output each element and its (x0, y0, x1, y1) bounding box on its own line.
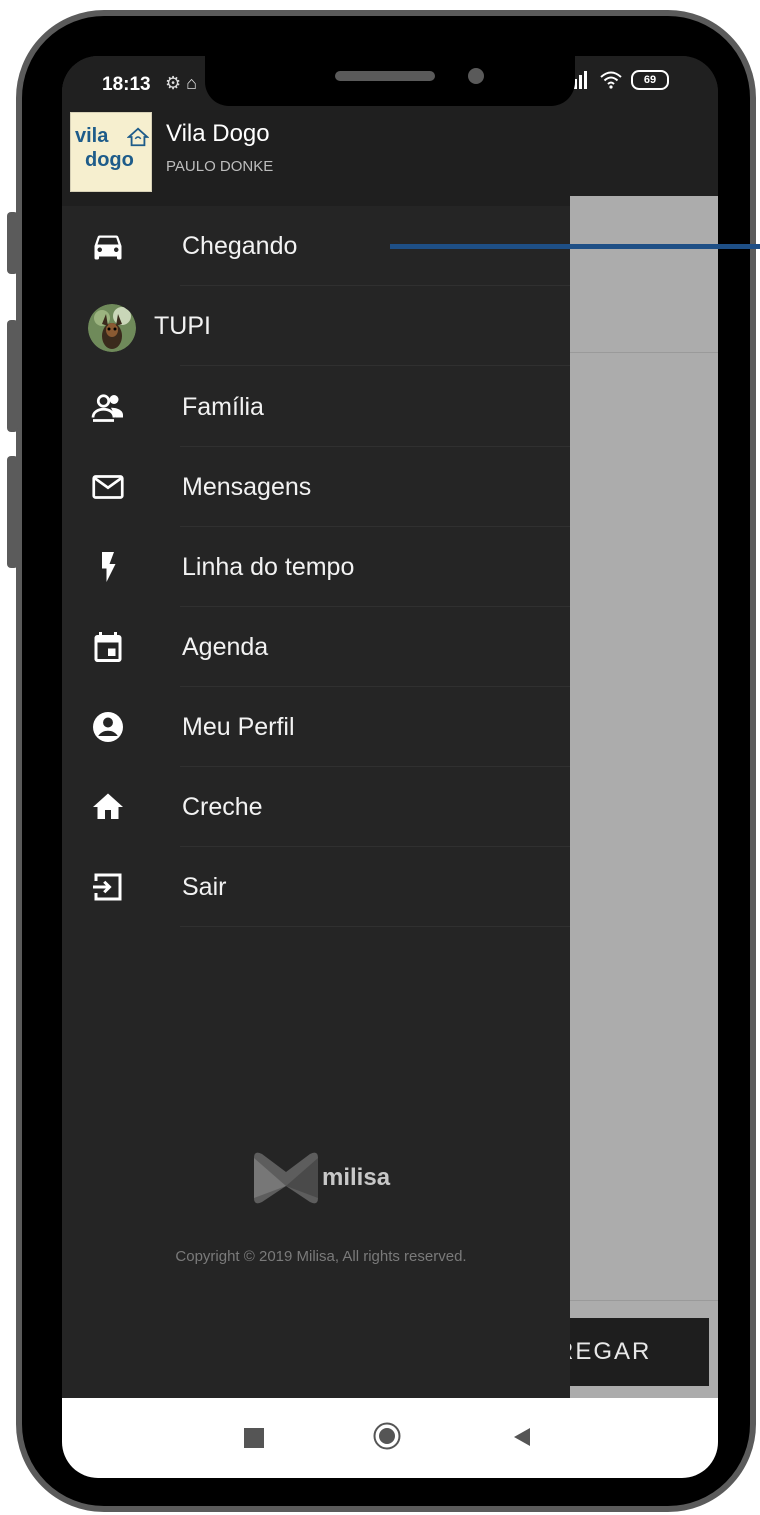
annotation-line (390, 244, 760, 249)
brand-name: milisa (322, 1164, 391, 1191)
house-icon (127, 127, 149, 147)
account-circle-icon (93, 712, 123, 742)
menu-item-label: Mensagens (182, 473, 312, 501)
volume-down-button (7, 456, 18, 568)
menu-item-label: Linha do tempo (182, 553, 355, 581)
front-camera (468, 68, 484, 84)
divider (570, 352, 718, 353)
logo-text-line1: vila (75, 125, 109, 147)
logo-text-line2: dogo (85, 149, 134, 171)
menu-item-label: Sair (182, 873, 227, 901)
pet-avatar (88, 304, 136, 352)
mail-icon (92, 475, 124, 499)
menu-item-meu-perfil[interactable]: Meu Perfil (62, 687, 570, 767)
battery-level: 69 (643, 74, 657, 86)
menu-item-label: Creche (182, 793, 263, 821)
menu-item-label: Família (182, 393, 264, 421)
menu-item-agenda[interactable]: Agenda (62, 607, 570, 687)
menu-item-label: TUPI (154, 312, 211, 340)
family-icon (91, 394, 123, 422)
wifi-icon (600, 71, 622, 89)
divider (180, 926, 570, 927)
menu-item-label: Meu Perfil (182, 713, 295, 741)
back-button[interactable] (512, 1426, 532, 1448)
home-icon (93, 793, 123, 819)
side-button (7, 212, 18, 274)
drawer-title: Vila Dogo (166, 120, 270, 147)
divider (570, 1300, 718, 1301)
system-nav-bar (62, 1398, 718, 1478)
calendar-icon (94, 632, 122, 662)
menu-item-label: Chegando (182, 232, 298, 260)
recents-button[interactable] (244, 1428, 264, 1448)
navigation-drawer: vila dogo Vila Dogo PAULO DONKE Chegando (62, 56, 570, 1398)
vila-dogo-logo: vila dogo (70, 112, 152, 192)
status-right: 69 (567, 70, 669, 90)
copyright-text: Copyright © 2019 Milisa, All rights rese… (175, 1248, 467, 1265)
status-bar: 18:13 ⚙ ⌂ 69 (62, 56, 718, 110)
drawer-subtitle: PAULO DONKE (166, 158, 274, 175)
menu-item-sair[interactable]: Sair (62, 847, 570, 927)
volume-up-button (7, 320, 18, 432)
logout-icon (93, 873, 122, 901)
menu-item-tupi[interactable]: TUPI (62, 286, 570, 366)
notification-icons: ⚙ ⌂ (165, 73, 198, 93)
camera-notch (205, 56, 575, 106)
menu-item-familia[interactable]: Família (62, 367, 570, 447)
divider (180, 365, 570, 366)
flash-icon (102, 552, 116, 582)
menu-item-creche[interactable]: Creche (62, 767, 570, 847)
phone-screen: REGAR vila dogo Vila Dogo PAULO DONKE Ch… (62, 56, 718, 1478)
menu-item-linha-do-tempo[interactable]: Linha do tempo (62, 527, 570, 607)
menu-item-label: Agenda (182, 633, 269, 661)
action-button-label: REGAR (556, 1338, 652, 1365)
battery-icon: 69 (631, 70, 669, 90)
home-button[interactable] (373, 1422, 401, 1450)
speaker (335, 71, 435, 81)
car-icon (94, 235, 122, 260)
menu-item-mensagens[interactable]: Mensagens (62, 447, 570, 527)
status-time: 18:13 (102, 74, 151, 95)
